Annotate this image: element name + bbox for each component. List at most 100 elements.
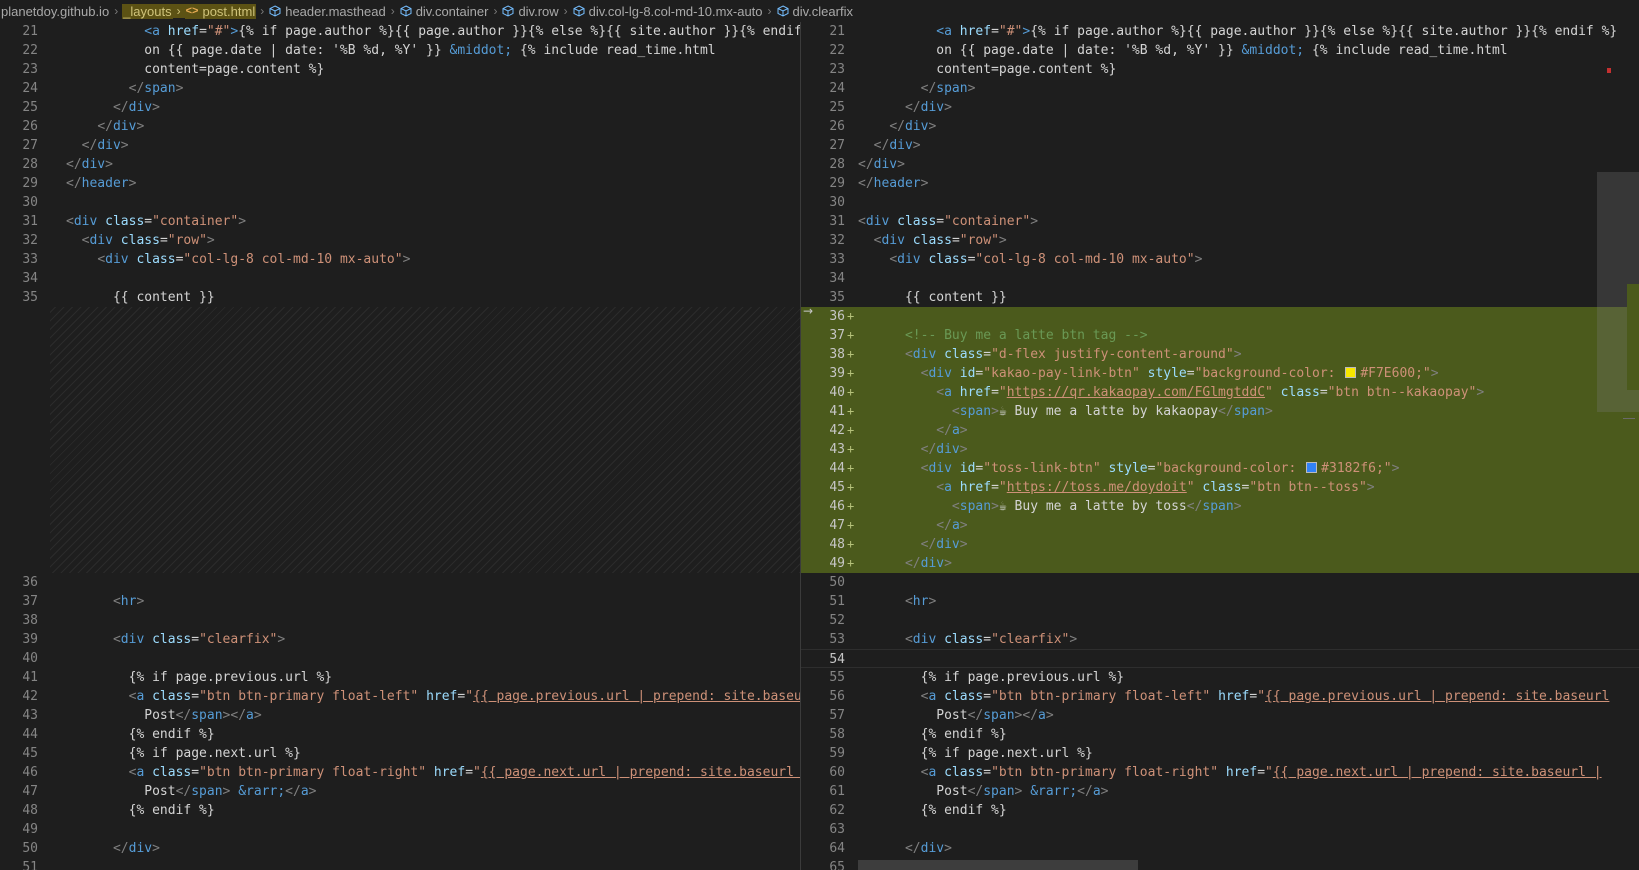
code-line[interactable]: 29 </header> (0, 174, 800, 193)
breadcrumb-root[interactable]: planetdoy.github.io (0, 4, 110, 19)
code-text: </span> (920, 81, 976, 96)
code-line[interactable]: 29 </header> (801, 174, 1639, 193)
code-line[interactable]: 37 <hr> (0, 592, 800, 611)
added-code-line[interactable]: 49 + </div> (801, 554, 1639, 573)
code-line[interactable]: 28 </div> (0, 155, 800, 174)
code-line[interactable]: 55 {% if page.previous.url %} (801, 668, 1639, 687)
code-line[interactable]: 33 <div class="col-lg-8 col-md-10 mx-aut… (0, 250, 800, 269)
added-code-line[interactable]: 41 + <span>☕ Buy me a latte by kakaopay</… (801, 402, 1639, 421)
code-line[interactable]: 30 (0, 193, 800, 212)
added-code-line[interactable]: 48 + </div> (801, 535, 1639, 554)
code-line[interactable]: 24 </span> (801, 79, 1639, 98)
revert-arrow-icon[interactable]: → (803, 304, 813, 318)
diff-filler-region (50, 307, 800, 573)
code-line[interactable]: 63 (801, 820, 1639, 839)
breadcrumb-symbol-container[interactable]: div.container (399, 4, 490, 19)
added-code-line[interactable]: 38 + <div class="d-flex justify-content-a… (801, 345, 1639, 364)
code-line[interactable]: 22 on {{ page.date | date: '%B %d, %Y' }… (0, 41, 800, 60)
code-line[interactable]: 62 {% endif %} (801, 801, 1639, 820)
code-line[interactable]: 36 (0, 573, 800, 592)
code-line[interactable]: 22 on {{ page.date | date: '%B %d, %Y' }… (801, 41, 1639, 60)
minimap-cursor-marker (1623, 418, 1635, 419)
code-line[interactable]: 53 <div class="clearfix"> (801, 630, 1639, 649)
code-line[interactable]: 51 <hr> (801, 592, 1639, 611)
added-code-line[interactable]: 42 + </a> (801, 421, 1639, 440)
added-code-line[interactable]: 39 + <div id="kakao-pay-link-btn" style="… (801, 364, 1639, 383)
code-line[interactable]: 43 Post</span></a> (0, 706, 800, 725)
horizontal-scrollbar[interactable] (858, 860, 1138, 870)
code-line[interactable]: 32 <div class="row"> (801, 231, 1639, 250)
code-text: <div class="col-lg-8 col-md-10 mx-auto"> (97, 252, 411, 267)
added-code-line[interactable]: 44 + <div id="toss-link-btn" style="backg… (801, 459, 1639, 478)
code-line[interactable]: 35 {{ content }} (801, 288, 1639, 307)
code-line[interactable]: 45 {% if page.next.url %} (0, 744, 800, 763)
code-line[interactable]: 27 </div> (0, 136, 800, 155)
code-line[interactable]: 23 content=page.content %} (801, 60, 1639, 79)
code-line[interactable]: 50 </div> (0, 839, 800, 858)
code-line[interactable]: 50 (801, 573, 1639, 592)
code-line[interactable]: 25 </div> (0, 98, 800, 117)
code-line[interactable]: 49 (0, 820, 800, 839)
code-line[interactable]: 61 Post</span> &rarr;</a> (801, 782, 1639, 801)
added-code-line[interactable]: 43 + </div> (801, 440, 1639, 459)
code-line[interactable]: 21 <a href="#">{% if page.author %}{{ pa… (801, 22, 1639, 41)
code-line[interactable]: 58 {% endif %} (801, 725, 1639, 744)
code-line[interactable]: 27 </div> (801, 136, 1639, 155)
code-line[interactable]: 31 <div class="container"> (0, 212, 800, 231)
code-line[interactable]: 38 (0, 611, 800, 630)
code-line[interactable]: 31 <div class="container"> (801, 212, 1639, 231)
code-line[interactable]: 23 content=page.content %} (0, 60, 800, 79)
code-line[interactable]: 42 <a class="btn btn-primary float-left"… (0, 687, 800, 706)
added-code-line[interactable]: 37 + <!-- Buy me a latte btn tag --> (801, 326, 1639, 345)
code-line[interactable]: 64 </div> (801, 839, 1639, 858)
added-code-line[interactable]: 40 + <a href="https://qr.kakaopay.com/FGl… (801, 383, 1639, 402)
line-number: 59 (829, 746, 845, 761)
code-line[interactable]: 59 {% if page.next.url %} (801, 744, 1639, 763)
plus-icon: + (847, 347, 855, 361)
code-line[interactable]: 26 </div> (801, 117, 1639, 136)
breadcrumb-symbol-row[interactable]: div.row (501, 4, 559, 19)
breadcrumb-file[interactable]: <> post.html (184, 3, 257, 19)
plus-icon: + (847, 366, 855, 380)
code-line[interactable]: 25 </div> (801, 98, 1639, 117)
breadcrumb-symbol-masthead[interactable]: header.masthead (268, 4, 386, 19)
code-line[interactable]: 56 <a class="btn btn-primary float-left"… (801, 687, 1639, 706)
code-line[interactable]: 60 <a class="btn btn-primary float-right… (801, 763, 1639, 782)
code-line[interactable]: 26 </div> (0, 117, 800, 136)
code-line[interactable]: 24 </span> (0, 79, 800, 98)
code-line[interactable]: 51 (0, 858, 800, 870)
html-file-icon: <> (185, 5, 199, 17)
minimap[interactable] (1597, 22, 1639, 870)
code-line[interactable]: 40 (0, 649, 800, 668)
code-line[interactable]: 44 {% endif %} (0, 725, 800, 744)
line-number: 42 (829, 423, 845, 438)
code-line[interactable]: 57 Post</span></a> (801, 706, 1639, 725)
breadcrumb-symbol-col[interactable]: div.col-lg-8.col-md-10.mx-auto (572, 4, 764, 19)
modified-editor-pane[interactable]: 21 <a href="#">{% if page.author %}{{ pa… (801, 22, 1639, 870)
code-line[interactable]: 52 (801, 611, 1639, 630)
code-line[interactable]: 32 <div class="row"> (0, 231, 800, 250)
code-line[interactable]: 33 <div class="col-lg-8 col-md-10 mx-aut… (801, 250, 1639, 269)
code-line[interactable]: 39 <div class="clearfix"> (0, 630, 800, 649)
code-line[interactable]: 47 Post</span> &rarr;</a> (0, 782, 800, 801)
code-line[interactable]: 30 (801, 193, 1639, 212)
original-editor-pane[interactable]: 21 <a href="#">{% if page.author %}{{ pa… (0, 22, 800, 870)
code-line[interactable]: 41 {% if page.previous.url %} (0, 668, 800, 687)
code-line[interactable]: 21 <a href="#">{% if page.author %}{{ pa… (0, 22, 800, 41)
line-number: 51 (22, 860, 38, 870)
code-line[interactable]: 54 (801, 649, 1639, 668)
line-number: 30 (22, 195, 38, 210)
code-line[interactable]: 46 <a class="btn btn-primary float-right… (0, 763, 800, 782)
added-code-line[interactable]: 45 + <a href="https://toss.me/doydoit" cl… (801, 478, 1639, 497)
added-code-line[interactable]: 47 + </a> (801, 516, 1639, 535)
code-line[interactable]: 35 {{ content }} (0, 288, 800, 307)
code-text: <div class="d-flex justify-content-aroun… (904, 347, 1242, 362)
breadcrumb-folder[interactable]: _layouts (122, 3, 173, 19)
code-line[interactable]: 28 </div> (801, 155, 1639, 174)
code-line[interactable]: 34 (0, 269, 800, 288)
added-code-line[interactable]: 36 + (801, 307, 1639, 326)
breadcrumb-symbol-clearfix[interactable]: div.clearfix (776, 4, 854, 19)
code-line[interactable]: 48 {% endif %} (0, 801, 800, 820)
added-code-line[interactable]: 46 + <span>☕ Buy me a latte by toss</span… (801, 497, 1639, 516)
code-line[interactable]: 34 (801, 269, 1639, 288)
